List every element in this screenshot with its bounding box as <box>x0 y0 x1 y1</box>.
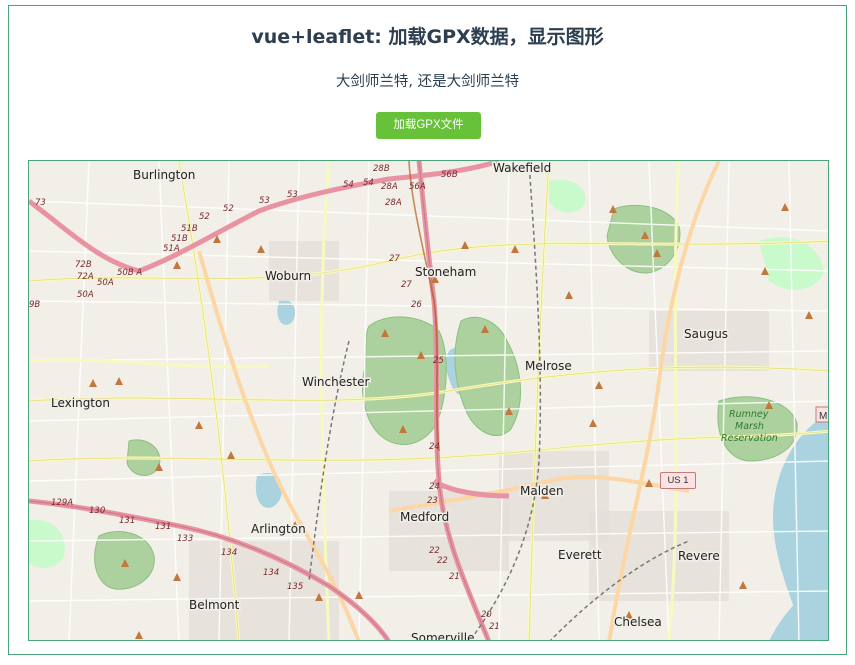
route-label: 50A <box>97 278 114 288</box>
place-label-saugus: Saugus <box>684 327 728 341</box>
place-label-burlington: Burlington <box>133 168 195 182</box>
place-label-belmont: Belmont <box>189 598 240 612</box>
place-label-malden: Malden <box>520 484 564 498</box>
place-label-wakefield: Wakefield <box>493 161 551 175</box>
route-label: 131 <box>155 522 171 532</box>
route-label: 51B <box>171 234 188 244</box>
route-label: 23 <box>427 496 438 506</box>
route-label: 133 <box>177 534 193 544</box>
place-label-arlington: Arlington <box>251 522 306 536</box>
load-gpx-button[interactable]: 加载GPX文件 <box>376 112 481 139</box>
route-label: 22 <box>437 556 448 566</box>
route-label: 129A <box>51 498 73 508</box>
place-label-woburn: Woburn <box>265 269 311 283</box>
route-label: 130 <box>89 506 105 516</box>
route-label: 56A <box>409 182 426 192</box>
route-label: 9B <box>29 300 40 310</box>
route-label: 54 <box>343 180 354 190</box>
route-label: 73 <box>35 198 46 208</box>
route-label: 131 <box>119 516 135 526</box>
route-label: 28A <box>381 182 398 192</box>
route-label: 53 <box>259 196 270 206</box>
place-label-medford: Medford <box>400 510 449 524</box>
route-label: 56B <box>441 170 458 180</box>
route-label: 52 <box>223 204 234 214</box>
page-title: vue+leaflet: 加载GPX数据，显示图形 <box>251 26 604 48</box>
route-label: 72B <box>75 260 92 270</box>
route-label: 28A <box>385 198 402 208</box>
place-label-winchester: Winchester <box>302 375 369 389</box>
route-label: 135 <box>287 582 303 592</box>
route-label: 51B <box>181 224 198 234</box>
route-label: 51A <box>163 244 180 254</box>
route-label: 134 <box>221 548 237 558</box>
route-label: 24 <box>429 482 440 492</box>
leaflet-map[interactable]: 73 28B 56B 54 54 28A 56A 53 52 52 53 28A… <box>28 160 829 641</box>
route-label: 52 <box>199 212 210 222</box>
park-label-line: Rumney <box>729 409 769 420</box>
park-label-line: Marsh <box>735 421 764 432</box>
place-label-melrose: Melrose <box>525 359 572 373</box>
route-label: 27 <box>389 254 400 264</box>
place-label-stoneham: Stoneham <box>415 265 476 279</box>
route-label: 54 <box>363 178 374 188</box>
route-label: 24 <box>429 442 440 452</box>
route-label: 134 <box>263 568 279 578</box>
route-label: 21 <box>449 572 460 582</box>
park-label-line: Reservation <box>721 433 778 444</box>
route-label: 20 <box>481 610 492 620</box>
route-label: 50A <box>77 290 94 300</box>
place-label-lexington: Lexington <box>51 396 110 410</box>
route-label: 28B <box>373 164 390 174</box>
place-label-revere: Revere <box>678 549 720 563</box>
place-label-chelsea: Chelsea <box>614 615 662 629</box>
route-label: 22 <box>429 546 440 556</box>
route-label: 53 <box>287 190 298 200</box>
route-label: 27 <box>401 280 412 290</box>
route-label: 50B A <box>117 268 142 278</box>
edge-shield-label: M <box>819 411 827 422</box>
page-subtitle: 大剑师兰特, 还是大剑师兰特 <box>335 74 520 90</box>
route-label: 26 <box>411 300 422 310</box>
route-label: 72A <box>77 272 94 282</box>
route-label: 25 <box>433 356 444 366</box>
route-label: 21 <box>489 622 500 632</box>
us-route-shield: US 1 <box>660 472 696 489</box>
place-label-somerville: Somerville <box>411 631 474 641</box>
place-label-everett: Everett <box>558 548 602 562</box>
map-tiles[interactable]: 73 28B 56B 54 54 28A 56A 53 52 52 53 28A… <box>29 161 829 641</box>
